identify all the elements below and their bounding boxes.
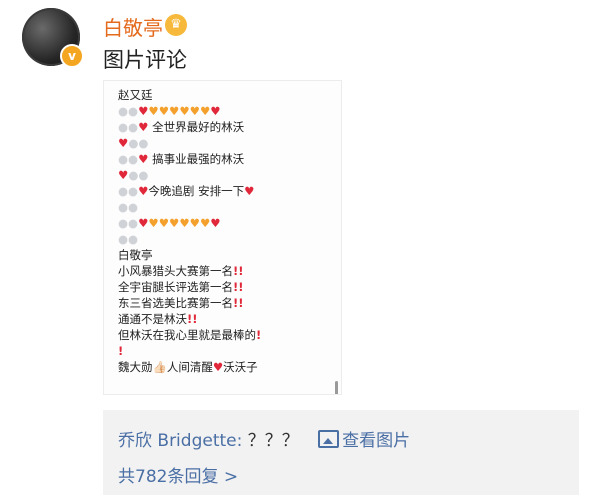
image-line: ●●♥♥♥♥♥♥♥♥ [118,216,221,230]
reply-preview[interactable]: 乔欣 Bridgette: ？？？ 查看图片 [118,426,410,451]
image-line: 白敬亭 [118,248,153,262]
username[interactable]: 白敬亭 [103,12,163,41]
image-line: 魏大勋👍🏻人间清醒♥沃沃子 [118,360,258,374]
image-line: ●● [118,200,139,214]
image-line: ●●♥♥♥♥♥♥♥♥ [118,104,221,118]
image-line: 通通不是林沃!! [118,312,198,326]
image-line: ●●♥今晚追剧 安排一下♥ [118,184,255,198]
verified-badge-icon: v [60,44,84,68]
image-line: 东三省选美比赛第一名!! [118,296,244,310]
image-line: 小风暴猎头大赛第一名!! [118,264,244,278]
image-scrollbar [335,381,338,394]
reply-username[interactable]: 乔欣 Bridgette: [118,431,242,451]
comment-image[interactable]: 赵又廷 ●●♥♥♥♥♥♥♥♥ ●●♥ 全世界最好的林沃 ♥●● ●●♥ 搞事业最强的林沃… [103,80,342,395]
image-line: ♥●● [118,168,149,182]
reply-panel: 乔欣 Bridgette: ？？？ 查看图片 共782条回复 > [103,410,579,495]
reply-text: ？？？ [247,431,299,451]
image-line: ●● [118,232,139,246]
image-line: ! [118,344,124,358]
image-text: 赵又廷 ●●♥♥♥♥♥♥♥♥ ●●♥ 全世界最好的林沃 ♥●● ●●♥ 搞事业最强的林沃… [118,87,328,375]
avatar[interactable]: v [22,8,84,68]
image-line: ♥●● [118,136,149,150]
image-line: 全宇宙腿长评选第一名!! [118,280,244,294]
image-line: ●●♥ 搞事业最强的林沃 [118,152,245,166]
crown-icon: ♛ [165,14,187,36]
comment-text: 图片评论 [103,48,187,72]
image-icon [318,430,340,448]
image-line: 但林沃在我心里就是最棒的! [118,328,262,342]
total-replies-link[interactable]: 共782条回复 > [118,462,238,487]
image-line: 赵又廷 [118,88,153,102]
image-line: ●●♥ 全世界最好的林沃 [118,120,245,134]
view-image-link[interactable]: 查看图片 [342,431,410,451]
